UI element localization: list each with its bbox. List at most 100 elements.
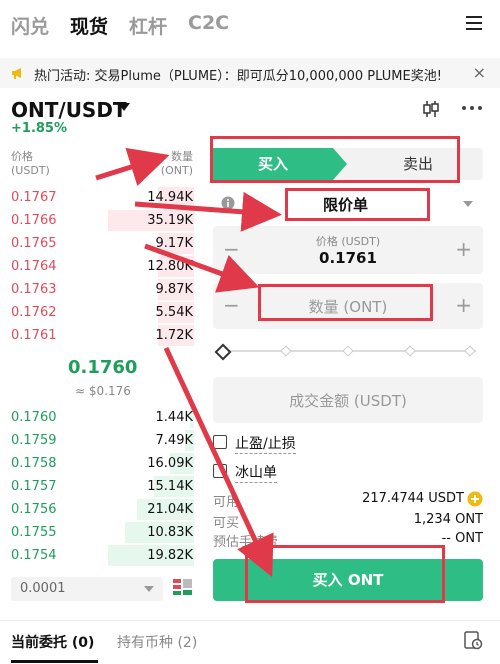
tpsl-label[interactable]: 止盈/止损: [235, 433, 296, 454]
price-header-unit: (USDT): [11, 164, 50, 177]
chevron-down-icon: [144, 586, 154, 592]
tab-c2c[interactable]: C2C: [188, 12, 229, 34]
bid-row[interactable]: 0.1758 16.09K: [0, 452, 200, 475]
ask-row[interactable]: 0.1764 12.80K: [0, 255, 200, 278]
arrow-to-qty-header: [95, 147, 170, 187]
chevron-down-icon[interactable]: [118, 103, 130, 111]
ask-qty: 1.72K: [155, 328, 193, 343]
fee-value: -- ONT: [441, 531, 483, 546]
tab-spot[interactable]: 现货: [70, 12, 108, 39]
bid-row[interactable]: 0.1755 10.83K: [0, 521, 200, 544]
tab-flash-swap[interactable]: 闪兑: [11, 12, 49, 39]
ask-price: 0.1764: [11, 259, 57, 274]
ask-row[interactable]: 0.1767 14.94K: [0, 186, 200, 209]
iceberg-label[interactable]: 冰山单: [235, 462, 277, 483]
price-field-label: 价格 (USDT): [315, 235, 381, 248]
available-value: 217.4744 USDT: [362, 491, 464, 506]
price-change: +1.85%: [11, 121, 67, 136]
tab-margin[interactable]: 杠杆: [129, 12, 167, 39]
ask-price: 0.1765: [11, 236, 57, 251]
ask-row[interactable]: 0.1762 5.54K: [0, 301, 200, 324]
slider-stop-25[interactable]: [280, 345, 292, 357]
ask-price: 0.1761: [11, 328, 57, 343]
ask-row[interactable]: 0.1761 1.72K: [0, 324, 200, 347]
slider-stop-100[interactable]: [464, 345, 476, 357]
qty-header-label: 数量: [171, 150, 193, 163]
amount-field[interactable]: 成交金额 (USDT): [213, 377, 483, 423]
active-tab-indicator: [11, 660, 98, 663]
annotation-box-submit: [245, 545, 445, 603]
pair-name[interactable]: ONT/USDT: [11, 98, 127, 122]
ask-qty: 35.19K: [147, 213, 193, 228]
ask-qty: 5.54K: [155, 305, 193, 320]
order-history-icon[interactable]: [463, 630, 483, 650]
iceberg-checkbox[interactable]: [213, 464, 227, 478]
info-icon[interactable]: [221, 196, 235, 210]
depth-layout-icon[interactable]: [173, 579, 193, 599]
promo-banner[interactable]: 热门活动: 交易Plume（PLUME）：即可瓜分10,000,000 PLUM…: [0, 58, 500, 88]
close-icon[interactable]: ×: [473, 63, 486, 82]
bid-row[interactable]: 0.1760 1.44K: [0, 406, 200, 429]
price-header: 价格 (USDT): [11, 150, 50, 178]
annotation-box-quantity: [258, 284, 433, 321]
price-input[interactable]: 0.1761: [213, 249, 483, 267]
bid-qty: 19.82K: [147, 548, 193, 563]
ask-qty: 9.87K: [155, 282, 193, 297]
price-field[interactable]: − 价格 (USDT) 0.1761 +: [213, 226, 483, 274]
quantity-increase-button[interactable]: +: [455, 293, 472, 317]
ask-qty: 9.17K: [155, 236, 193, 251]
available-label: 可用: [213, 495, 240, 510]
last-price: 0.1760: [68, 357, 138, 378]
slider-handle[interactable]: [214, 343, 232, 361]
bid-price: 0.1757: [11, 479, 57, 494]
bid-qty: 1.44K: [155, 410, 193, 425]
bid-price: 0.1756: [11, 502, 57, 517]
bid-row[interactable]: 0.1754 19.82K: [0, 544, 200, 567]
bid-qty: 10.83K: [147, 525, 193, 540]
more-icon[interactable]: [461, 104, 483, 112]
can-buy-label: 可买: [213, 516, 240, 531]
bid-qty: 15.14K: [147, 479, 193, 494]
ask-qty: 12.80K: [147, 259, 193, 274]
ask-price: 0.1766: [11, 213, 57, 228]
last-price-fiat: ≈ $0.176: [75, 384, 131, 398]
price-increase-button[interactable]: +: [455, 237, 472, 261]
price-header-label: 价格: [11, 150, 33, 163]
precision-select[interactable]: 0.0001: [11, 577, 163, 601]
promo-text: 热门活动: 交易Plume（PLUME）：即可瓜分10,000,000 PLUM…: [34, 69, 442, 84]
ask-qty: 14.94K: [147, 190, 193, 205]
bid-price: 0.1755: [11, 525, 57, 540]
tab-holdings[interactable]: 持有币种 (2): [117, 632, 197, 652]
megaphone-icon: [12, 68, 21, 79]
ask-row[interactable]: 0.1763 9.87K: [0, 278, 200, 301]
add-funds-icon[interactable]: [467, 491, 483, 507]
tab-open-orders[interactable]: 当前委托 (0): [11, 632, 94, 652]
bid-qty: 16.09K: [147, 456, 193, 471]
bid-row[interactable]: 0.1756 21.04K: [0, 498, 200, 521]
bid-row[interactable]: 0.1757 15.14K: [0, 475, 200, 498]
bid-row[interactable]: 0.1759 7.49K: [0, 429, 200, 452]
divider: [0, 620, 500, 621]
ask-price: 0.1763: [11, 282, 57, 297]
tpsl-checkbox[interactable]: [213, 435, 227, 449]
bid-price: 0.1760: [11, 410, 57, 425]
ask-price: 0.1767: [11, 190, 57, 205]
ask-row[interactable]: 0.1766 35.19K: [0, 209, 200, 232]
menu-icon[interactable]: [466, 16, 482, 30]
ask-row[interactable]: 0.1765 9.17K: [0, 232, 200, 255]
ask-price: 0.1762: [11, 305, 57, 320]
chevron-down-icon: [463, 201, 473, 207]
bid-qty: 7.49K: [155, 433, 193, 448]
amount-slider[interactable]: [214, 343, 478, 361]
candlestick-icon[interactable]: [421, 99, 441, 119]
slider-stop-50[interactable]: [342, 345, 354, 357]
amount-input[interactable]: 成交金额 (USDT): [213, 390, 483, 411]
bid-qty: 21.04K: [147, 502, 193, 517]
qty-header-unit: (ONT): [160, 164, 193, 177]
qty-header: 数量 (ONT): [161, 150, 193, 178]
bid-price: 0.1754: [11, 548, 57, 563]
can-buy-value: 1,234 ONT: [413, 512, 483, 527]
annotation-box-order-type: [285, 188, 430, 221]
slider-stop-75[interactable]: [404, 345, 416, 357]
bid-price: 0.1759: [11, 433, 57, 448]
